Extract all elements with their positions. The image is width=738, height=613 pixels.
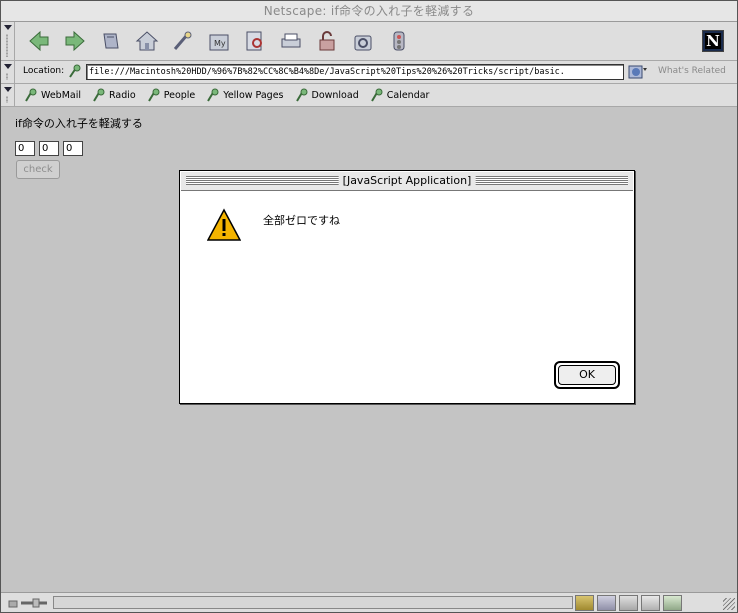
location-toolbar: Location: What's Related <box>1 61 737 84</box>
bookmark-radio[interactable]: Radio <box>91 86 136 104</box>
dialog-title-bar[interactable]: [JavaScript Application] <box>181 172 633 191</box>
stop-icon <box>393 31 405 51</box>
my-netscape-button[interactable]: My <box>203 26 235 56</box>
warning-icon <box>207 208 241 241</box>
check-button[interactable]: check <box>16 160 60 179</box>
bookmark-icon <box>93 88 105 102</box>
component-bar <box>575 595 682 611</box>
back-button[interactable] <box>23 26 55 56</box>
number-field-2[interactable] <box>39 141 59 156</box>
window-title: Netscape: if命令の入れ子を軽減する <box>1 1 737 22</box>
images-button[interactable] <box>239 26 271 56</box>
search-button[interactable] <box>167 26 199 56</box>
forward-button[interactable] <box>59 26 91 56</box>
images-icon <box>246 31 262 51</box>
navigation-toolbar: My N <box>1 22 737 61</box>
status-bar <box>1 592 737 612</box>
resize-handle[interactable] <box>723 598 735 610</box>
newsgroups-icon[interactable] <box>619 595 638 611</box>
bookmark-icon <box>207 88 219 102</box>
bookmark-calendar[interactable]: Calendar <box>369 86 430 104</box>
browser-window: Netscape: if命令の入れ子を軽減する My N Location: f… <box>0 0 738 613</box>
page-heading: if命令の入れ子を軽減する <box>15 117 143 130</box>
svg-text:My: My <box>214 39 226 48</box>
toolbar-grip[interactable] <box>1 61 15 83</box>
address-book-icon[interactable] <box>641 595 660 611</box>
navigator-icon[interactable] <box>575 595 594 611</box>
bookmark-webmail[interactable]: WebMail <box>23 86 81 104</box>
bookmark-label: Yellow Pages <box>223 89 284 101</box>
security-icon <box>319 31 335 51</box>
ok-button[interactable]: OK <box>554 361 620 389</box>
toolbar-grip[interactable] <box>1 22 15 60</box>
shop-icon <box>354 35 372 51</box>
whats-related-label[interactable]: What's Related <box>658 66 726 76</box>
home-button[interactable] <box>131 26 163 56</box>
bookmark-label: Download <box>311 89 359 101</box>
composer-icon[interactable] <box>663 595 682 611</box>
forward-icon <box>65 30 85 52</box>
back-icon <box>29 30 49 52</box>
number-field-1[interactable] <box>15 141 35 156</box>
search-icon <box>173 31 192 50</box>
bookmark-label: WebMail <box>41 89 82 101</box>
bookmark-yellow-pages[interactable]: Yellow Pages <box>205 86 284 104</box>
status-text <box>53 596 573 609</box>
dialog-title: [JavaScript Application] <box>338 172 476 190</box>
location-label: Location: <box>23 66 65 76</box>
bookmark-icon <box>147 88 160 102</box>
reload-button[interactable] <box>95 26 127 56</box>
alert-dialog: [JavaScript Application] 全部ゼロですね OK <box>179 170 635 404</box>
bookmark-icon <box>25 88 37 102</box>
toolbar-grip[interactable] <box>1 84 15 106</box>
mail-icon[interactable] <box>597 595 616 611</box>
bookmark-label: Radio <box>109 89 136 101</box>
stop-button[interactable] <box>383 26 415 56</box>
my-netscape-icon: My <box>209 34 229 51</box>
number-field-3[interactable] <box>63 141 83 156</box>
location-input[interactable] <box>86 64 624 80</box>
security-button[interactable] <box>311 26 343 56</box>
security-lock-icon[interactable] <box>7 596 51 609</box>
dialog-message: 全部ゼロですね <box>263 214 340 227</box>
bookmark-label: People <box>163 89 196 101</box>
bookmark-icon <box>295 88 307 102</box>
ok-button-label: OK <box>558 365 616 385</box>
shop-button[interactable] <box>347 26 379 56</box>
print-button[interactable] <box>275 26 307 56</box>
reload-icon <box>103 33 119 49</box>
home-icon <box>135 31 159 51</box>
bookmark-people[interactable]: People <box>146 86 196 104</box>
personal-toolbar: WebMail Radio People Yellow Pages Downlo… <box>1 84 737 107</box>
bookmark-download[interactable]: Download <box>294 86 359 104</box>
print-icon <box>281 33 301 48</box>
bookmark-icon <box>370 88 383 102</box>
bookmark-label: Calendar <box>386 89 430 101</box>
whats-related-icon[interactable] <box>628 63 648 81</box>
page-proxy-icon[interactable] <box>67 64 83 80</box>
netscape-logo[interactable]: N <box>702 30 724 52</box>
